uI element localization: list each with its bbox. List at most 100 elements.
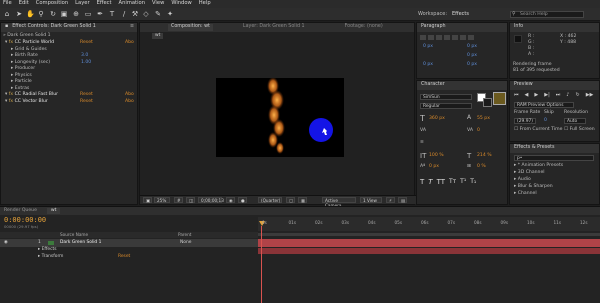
current-time-display[interactable]: 0;00;00;13	[198, 197, 224, 203]
timeline-icon[interactable]: ▤	[398, 197, 407, 203]
transform-reset-link[interactable]: Reset	[118, 254, 130, 259]
preview-tab[interactable]: Preview	[510, 81, 599, 90]
view-layout-select[interactable]: 1 View	[360, 197, 382, 203]
menu-item-animation[interactable]: Animation	[119, 1, 145, 6]
previous-frame-icon[interactable]: ◀	[525, 93, 529, 98]
grid-icon[interactable]: #	[174, 197, 183, 203]
ram-preview-icon[interactable]: ▶▶	[586, 93, 594, 98]
faux-bold-icon[interactable]: T	[420, 179, 424, 186]
layer-name[interactable]: Dark Green Solid 1	[60, 239, 101, 247]
hand-tool-icon[interactable]: ✋	[26, 10, 35, 18]
menu-item-edit[interactable]: Edit	[19, 1, 29, 6]
superscript-icon[interactable]: T¹	[460, 179, 466, 186]
align-center-icon[interactable]	[428, 35, 434, 40]
workspace-select[interactable]: Effects	[452, 12, 469, 17]
visibility-eye-icon[interactable]: ◉	[4, 239, 8, 247]
space-after-value[interactable]: 0 px	[467, 62, 477, 69]
composition-tab[interactable]: Composition: wt	[168, 24, 213, 31]
menu-item-window[interactable]: Window	[171, 1, 191, 6]
effects-search-input[interactable]: p•	[514, 155, 594, 161]
camera-view-select[interactable]: Active Camera	[322, 197, 356, 208]
preview-resolution-select[interactable]: Auto	[564, 118, 586, 124]
small-caps-icon[interactable]: Tт	[449, 179, 456, 186]
indent-right-value[interactable]: 0 px	[467, 44, 477, 51]
first-line-indent-value[interactable]: 0 px	[467, 53, 477, 60]
always-preview-icon[interactable]: ▣	[143, 197, 152, 203]
justify-center-icon[interactable]	[452, 35, 458, 40]
render-queue-tab[interactable]: Render Queue	[4, 208, 37, 214]
resolution-select[interactable]: (Quarter)	[258, 197, 282, 203]
frame-rate-select[interactable]: (29.97)	[514, 118, 536, 124]
menu-item-view[interactable]: View	[152, 1, 164, 6]
mask-visibility-icon[interactable]: ◫	[186, 197, 195, 203]
leading-value[interactable]: 55 px	[477, 116, 490, 123]
menu-item-composition[interactable]: Composition	[36, 1, 68, 6]
subscript-icon[interactable]: T₁	[470, 179, 476, 186]
first-frame-icon[interactable]: ⏮	[514, 93, 519, 98]
effect-value[interactable]: 1.00	[81, 60, 91, 67]
all-caps-icon[interactable]: TT	[437, 179, 445, 186]
timeline-timecode[interactable]: 0:00:00:00	[4, 217, 46, 224]
baseline-shift-value[interactable]: 0 px	[429, 164, 439, 171]
menu-item-layer[interactable]: Layer	[75, 1, 89, 6]
loop-icon[interactable]: ↻	[575, 93, 579, 98]
menu-item-file[interactable]: File	[3, 1, 12, 6]
comp-name-tag[interactable]: wt	[152, 33, 164, 39]
menu-item-effect[interactable]: Effect	[97, 1, 112, 6]
pen-tool-icon[interactable]: ✒	[96, 10, 104, 18]
space-before-value[interactable]: 0 px	[423, 62, 433, 69]
fast-previews-icon[interactable]: ⚡	[386, 197, 395, 203]
effect-about-link[interactable]: Abo	[125, 99, 134, 106]
align-right-icon[interactable]	[436, 35, 442, 40]
source-name-column[interactable]: Source Name	[60, 232, 88, 238]
effect-reset-link[interactable]: Reset	[80, 40, 93, 47]
align-left-icon[interactable]	[420, 35, 426, 40]
transform-group[interactable]: ▸ Transform	[38, 254, 63, 259]
paragraph-tab[interactable]: Paragraph	[417, 23, 507, 32]
layer-duration-bar[interactable]	[258, 239, 600, 247]
show-channel-icon[interactable]: ●	[238, 197, 247, 203]
menu-item-help[interactable]: Help	[199, 1, 211, 6]
effect-about-link[interactable]: Abo	[125, 40, 134, 47]
audio-icon[interactable]: ♪	[566, 93, 569, 98]
font-style-select[interactable]: Regular	[420, 103, 472, 109]
panel-menu-icon[interactable]: ▪	[5, 24, 8, 30]
justify-all-icon[interactable]	[468, 35, 474, 40]
layer-tab[interactable]: Layer: Dark Green Solid 1	[243, 24, 305, 30]
rectangle-tool-icon[interactable]: ▭	[84, 10, 92, 18]
search-help-input[interactable]: Search Help	[510, 11, 584, 18]
roto-brush-tool-icon[interactable]: ✎	[154, 10, 162, 18]
stroke-color-swatch[interactable]	[483, 98, 492, 107]
faux-italic-icon[interactable]: T	[428, 179, 432, 186]
tsume-value[interactable]: 0 %	[477, 164, 486, 171]
from-current-time-checkbox[interactable]: ☐ From Current Time	[514, 127, 562, 134]
pan-behind-tool-icon[interactable]: ⊕	[72, 10, 80, 18]
effects-group[interactable]: ▸ Effects	[38, 247, 57, 252]
rotate-tool-icon[interactable]: ↻	[49, 10, 57, 18]
character-tab[interactable]: Character	[417, 81, 507, 90]
clone-stamp-tool-icon[interactable]: ⚒	[131, 10, 139, 18]
justify-left-icon[interactable]	[444, 35, 450, 40]
justify-right-icon[interactable]	[460, 35, 466, 40]
font-size-value[interactable]: 360 px	[429, 116, 445, 123]
camera-tool-icon[interactable]: ▣	[60, 10, 68, 18]
panel-options-icon[interactable]: ≡	[130, 24, 134, 30]
puppet-tool-icon[interactable]: ✦	[166, 10, 174, 18]
full-screen-checkbox[interactable]: ☐ Full Screen	[564, 127, 595, 134]
layer-row[interactable]: ◉ 1 Dark Green Solid 1 None	[0, 239, 258, 247]
zoom-tool-icon[interactable]: ⚲	[37, 10, 45, 18]
layer-parent-select[interactable]: None	[180, 239, 191, 247]
horizontal-scale-value[interactable]: 214 %	[477, 153, 492, 160]
brush-tool-icon[interactable]: /	[120, 10, 128, 18]
selection-tool-icon[interactable]: ➤	[15, 10, 23, 18]
time-ruler[interactable]	[258, 217, 600, 231]
footage-tab[interactable]: Footage: (none)	[345, 24, 383, 30]
next-frame-icon[interactable]: ▶|	[544, 93, 550, 98]
comp-timeline-tab[interactable]: wt	[46, 207, 61, 215]
work-area-bar[interactable]	[258, 233, 600, 236]
indent-left-value[interactable]: 0 px	[423, 44, 433, 51]
preset-item[interactable]: ▸ Channel	[514, 191, 537, 198]
current-time-indicator[interactable]	[261, 226, 262, 303]
composition-viewer[interactable]	[216, 78, 344, 157]
info-tab[interactable]: Info	[510, 23, 599, 32]
